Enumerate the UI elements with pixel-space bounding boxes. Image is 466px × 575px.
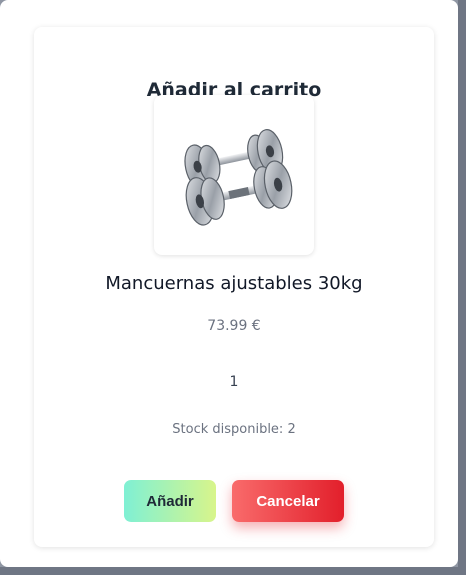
add-to-cart-card: Añadir al carrito Mancuernas ajustables … — [34, 27, 434, 547]
stock-available-text: Stock disponible: 2 — [172, 422, 296, 437]
overlay-backdrop[interactable] — [458, 0, 466, 575]
add-to-cart-modal: Añadir al carrito Mancuernas ajustables … — [0, 0, 458, 567]
quantity-value[interactable]: 1 — [34, 374, 434, 390]
product-image — [154, 95, 314, 255]
cancel-button[interactable]: Cancelar — [232, 480, 344, 522]
overlay-backdrop-bottom[interactable] — [0, 567, 466, 575]
add-button[interactable]: Añadir — [124, 480, 216, 522]
dumbbell-image — [184, 129, 293, 226]
product-name: Mancuernas ajustables 30kg — [105, 273, 363, 294]
product-price: 73.99 € — [207, 318, 261, 334]
